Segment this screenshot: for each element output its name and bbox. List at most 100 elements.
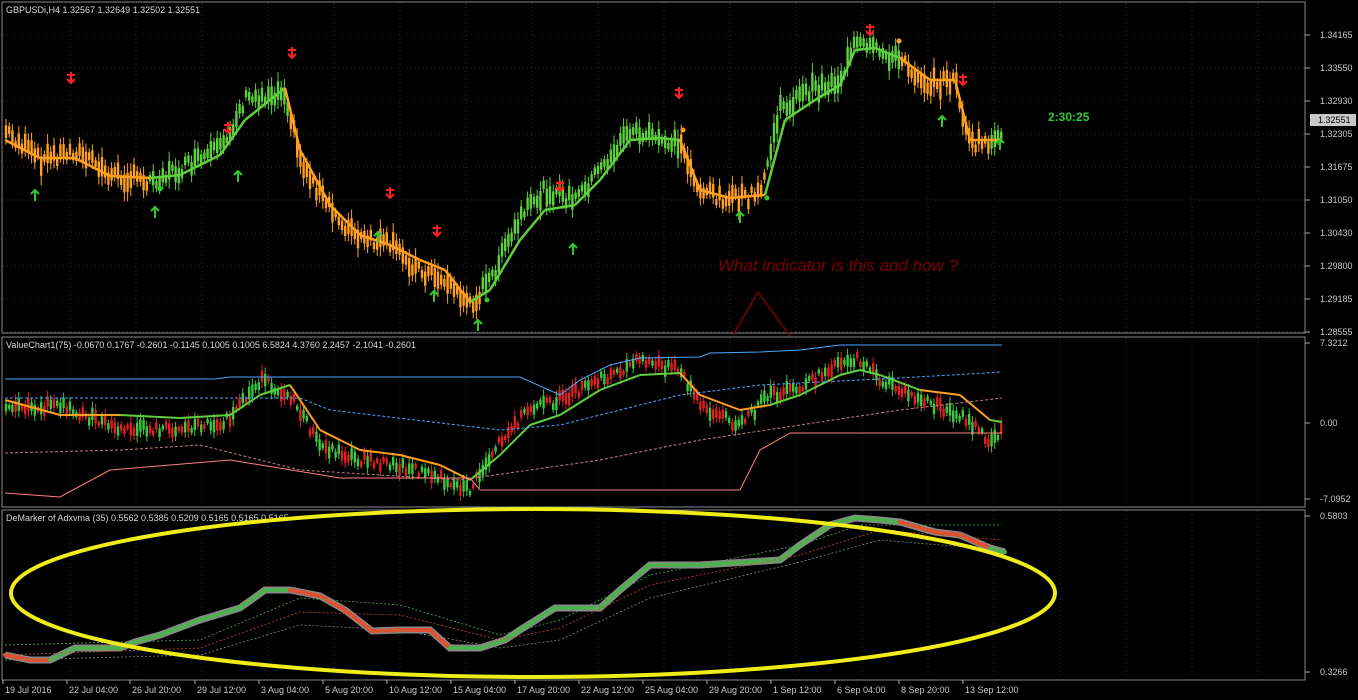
vc-bar <box>168 423 171 434</box>
vc-bar <box>568 392 571 406</box>
vc-bar <box>340 450 344 461</box>
vc-bar <box>318 439 321 451</box>
candle-body <box>715 199 718 206</box>
vc-label: 7.3212 <box>1320 338 1348 348</box>
time-label: 10 Aug 12:00 <box>389 685 442 695</box>
vc-bar <box>148 425 152 433</box>
vc-bar <box>337 444 340 455</box>
candle-body <box>779 95 782 111</box>
vc-bar <box>110 420 113 429</box>
candle-body <box>814 80 817 91</box>
vc-bar <box>785 381 788 394</box>
candle-body <box>891 51 894 63</box>
vc-bar <box>219 422 222 431</box>
vc-bar <box>68 401 72 411</box>
candle-body <box>497 255 500 273</box>
candle-body <box>811 72 814 92</box>
vc-bar <box>744 418 747 424</box>
vc-label: -7.0952 <box>1320 494 1351 504</box>
vc-bar <box>808 376 811 381</box>
vc-bar <box>315 431 318 442</box>
candle-body <box>673 129 676 147</box>
candle-body <box>4 125 8 139</box>
candle-body <box>945 70 948 88</box>
vc-bar <box>452 478 456 490</box>
vc-bar <box>56 400 59 406</box>
vc-bar <box>209 422 212 431</box>
candle-body <box>750 186 753 193</box>
vc-bar <box>472 483 475 489</box>
candle-body <box>795 89 798 100</box>
vc-bar <box>792 383 795 392</box>
candle-body <box>446 274 449 294</box>
vc-bar <box>635 354 638 361</box>
demarker-pane[interactable] <box>1 509 1306 681</box>
vc-bar <box>769 385 772 398</box>
vc-bar <box>296 405 299 410</box>
vc-bar <box>1000 423 1003 435</box>
candle-body <box>833 76 836 94</box>
vc-bar <box>795 386 798 394</box>
candle-body <box>830 73 833 87</box>
candle-body <box>520 206 523 220</box>
vc-bar <box>865 360 868 367</box>
candle-body <box>856 36 859 48</box>
vc-bar <box>910 392 913 397</box>
main-header: GBPUSDi,H4 1.32567 1.32649 1.32502 1.325… <box>6 5 200 15</box>
candle-body <box>916 71 920 83</box>
vc-bar <box>350 447 353 460</box>
vc-bar <box>280 389 283 402</box>
candle-body <box>776 115 779 134</box>
vc-bar <box>161 425 164 430</box>
vc-bar <box>555 397 558 411</box>
vc-bar <box>622 370 625 376</box>
candle-body <box>760 184 763 195</box>
vc-bar <box>8 404 11 409</box>
vc-bar <box>289 395 292 405</box>
vc-bar <box>616 368 619 373</box>
candle-body <box>929 79 932 96</box>
candle-body <box>536 195 539 208</box>
time-label: 17 Aug 20:00 <box>517 685 570 695</box>
vc-bar <box>836 357 840 368</box>
vc-bar <box>552 403 555 410</box>
vc-bar <box>424 468 427 479</box>
time-axis[interactable]: 19 Jul 2016 22 Jul 04:00 26 Jul 20:00 29 Ju… <box>2 680 1019 695</box>
current-price-label: 1.32551 <box>1318 115 1351 125</box>
candle-body <box>11 130 14 143</box>
vc-bar <box>369 452 372 462</box>
candle-body <box>718 185 721 201</box>
time-label: 25 Aug 04:00 <box>645 685 698 695</box>
chart-canvas[interactable]: GBPUSDi,H4 1.32567 1.32649 1.32502 1.325… <box>0 0 1358 700</box>
vc-bar <box>4 403 8 412</box>
candle-body <box>171 164 174 171</box>
candle-body <box>88 152 91 161</box>
candle-body <box>196 148 200 162</box>
candle-body <box>452 283 456 297</box>
vc-bar <box>590 379 593 387</box>
vc-bar <box>964 418 968 426</box>
candle-body <box>507 234 510 247</box>
vc-bar <box>996 434 1000 441</box>
candle-body <box>193 148 196 167</box>
candle-body <box>8 126 11 134</box>
vc-bar <box>216 419 219 431</box>
vc-bar <box>411 463 414 475</box>
vc-bar <box>305 416 308 422</box>
vc-bar <box>558 390 561 401</box>
vc-bar <box>187 420 190 432</box>
valuechart-header: ValueChart1(75) -0.0670 0.1767 -0.2601 -… <box>6 340 416 350</box>
candle-body <box>94 160 97 167</box>
candle-body <box>808 91 811 102</box>
candle-body <box>644 130 648 139</box>
vc-bar <box>52 398 56 409</box>
vc-bar <box>312 427 315 435</box>
vc-bar <box>321 443 324 449</box>
dm-line-segment <box>853 516 882 522</box>
vc-bar <box>817 369 820 374</box>
vc-bar <box>619 366 622 379</box>
vc-bar <box>545 397 548 403</box>
vc-bar <box>673 359 676 370</box>
vc-bar <box>174 426 177 437</box>
price-axis[interactable]: 1.34165 1.33550 1.32930 1.32305 1.31675 1.310… <box>1305 30 1353 337</box>
